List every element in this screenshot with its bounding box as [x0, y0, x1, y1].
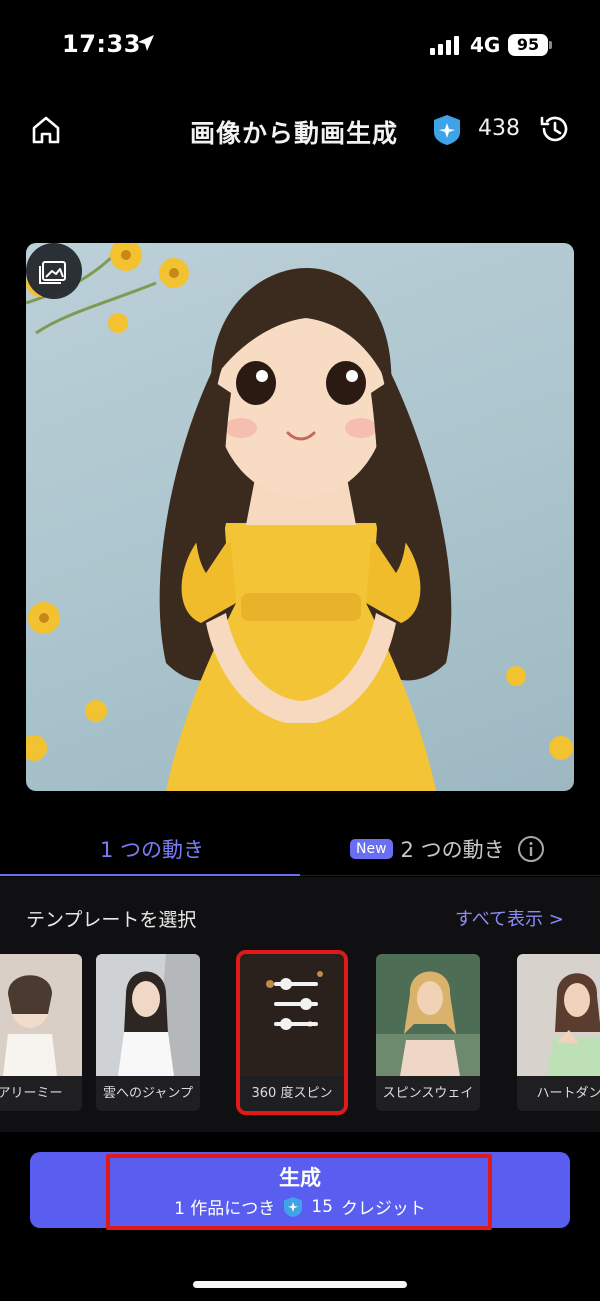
- template-card[interactable]: スピンスウェイ: [376, 954, 480, 1111]
- tab-two-motions-label: 2 つの動き: [400, 838, 505, 862]
- image-picker-icon[interactable]: [26, 243, 82, 299]
- tab-one-motion[interactable]: 1 つの動き: [100, 834, 204, 864]
- template-label: 雲へのジャンプ: [96, 1076, 200, 1111]
- history-icon[interactable]: [538, 112, 572, 146]
- template-label: アリーミー: [0, 1076, 82, 1111]
- tab-two-motions[interactable]: New 2 つの動き: [350, 834, 545, 864]
- template-panel: テンプレートを選択 すべて表示 > アリーミー 雲へのジャンプ 360 度スピン…: [0, 877, 600, 1132]
- tab-divider: [300, 875, 600, 876]
- status-time: 17:33: [62, 30, 141, 58]
- credit-gem-icon: [434, 115, 460, 145]
- template-label: 360 度スピン: [240, 1076, 344, 1111]
- location-arrow-icon: [138, 35, 154, 51]
- generate-cost-prefix: 1 作品につき: [174, 1199, 276, 1219]
- page-title: 画像から動画生成: [190, 119, 399, 148]
- template-section-title: テンプレートを選択: [26, 909, 197, 931]
- new-badge: New: [350, 839, 393, 859]
- generate-button-title: 生成: [279, 1166, 321, 1190]
- network-type: 4G: [470, 33, 501, 57]
- template-thumbnail: [376, 954, 480, 1076]
- template-label: スピンスウェイ: [376, 1076, 480, 1111]
- generate-cost-amount: 15: [311, 1196, 333, 1217]
- template-card[interactable]: ハートダン: [517, 954, 600, 1111]
- template-thumbnail: [240, 954, 344, 1076]
- uploaded-image[interactable]: [26, 243, 574, 791]
- generate-button-subtitle: 1 作品につき 15 クレジット: [30, 1194, 570, 1219]
- home-icon[interactable]: [28, 112, 64, 148]
- credit-count: 438: [478, 116, 520, 141]
- battery-icon: 95: [508, 34, 548, 56]
- info-icon[interactable]: [517, 835, 545, 863]
- show-all-link[interactable]: すべて表示 >: [455, 905, 564, 931]
- status-bar: 17:33 4G 95: [0, 0, 600, 90]
- credit-gem-icon: [284, 1196, 303, 1217]
- generate-cost-suffix: クレジット: [340, 1199, 426, 1219]
- template-card[interactable]: アリーミー: [0, 954, 82, 1111]
- battery-tip: [549, 41, 552, 49]
- template-card-selected[interactable]: 360 度スピン: [236, 950, 348, 1115]
- illustration-girl-yellow-dress: [26, 243, 573, 791]
- motion-tabs: 1 つの動き New 2 つの動き: [0, 820, 600, 876]
- template-label: ハートダン: [517, 1076, 600, 1111]
- header: 画像から動画生成 438: [0, 100, 600, 160]
- template-card[interactable]: 雲へのジャンプ: [96, 954, 200, 1111]
- template-thumbnail: [96, 954, 200, 1076]
- home-indicator: [193, 1281, 407, 1288]
- template-thumbnail: [517, 954, 600, 1076]
- active-tab-indicator: [0, 874, 300, 876]
- template-thumbnail: [0, 954, 82, 1076]
- signal-bars-icon: [430, 36, 459, 55]
- generate-button[interactable]: 生成 1 作品につき 15 クレジット: [30, 1152, 570, 1228]
